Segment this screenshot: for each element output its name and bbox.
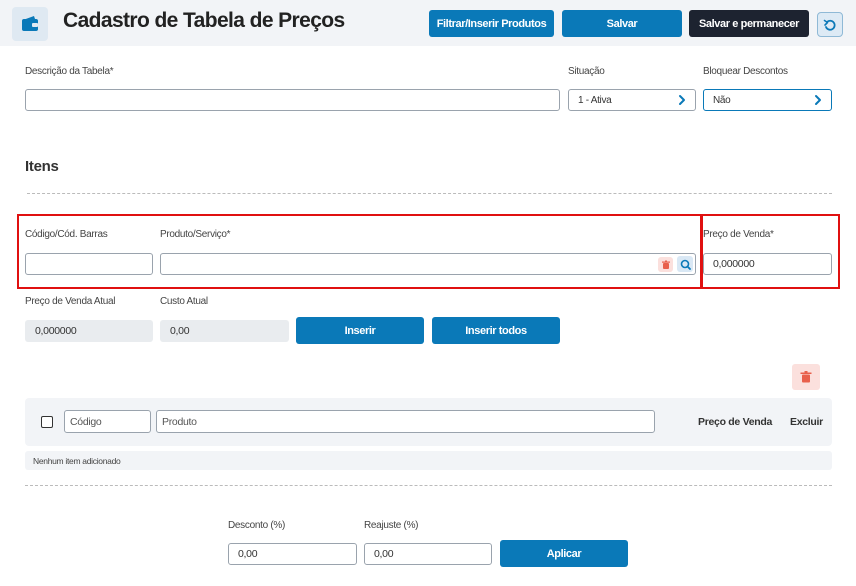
price-column-header: Preço de Venda xyxy=(698,416,773,428)
product-input[interactable] xyxy=(160,253,696,275)
status-value: 1 - Ativa xyxy=(578,94,612,106)
highlight-box-product xyxy=(17,214,703,289)
description-label: Descrição da Tabela* xyxy=(25,66,114,77)
discount-label: Desconto (%) xyxy=(228,520,285,531)
description-input[interactable] xyxy=(25,89,560,111)
save-button[interactable]: Salvar xyxy=(562,10,682,37)
code-filter-input[interactable]: Código xyxy=(64,410,151,433)
readjust-label: Reajuste (%) xyxy=(364,520,419,531)
search-icon[interactable] xyxy=(677,256,693,272)
code-label: Código/Cód. Barras xyxy=(25,229,108,240)
clear-trash-icon[interactable] xyxy=(658,257,673,272)
filter-insert-products-button[interactable]: Filtrar/Inserir Produtos xyxy=(429,10,554,37)
select-all-checkbox[interactable] xyxy=(41,416,53,428)
product-filter-input[interactable]: Produto xyxy=(156,410,655,433)
highlight-box-price xyxy=(700,214,840,289)
discount-input[interactable]: 0,00 xyxy=(228,543,357,565)
chevron-right-icon xyxy=(679,95,685,105)
section-divider xyxy=(27,193,832,194)
status-select[interactable]: 1 - Ativa xyxy=(568,89,696,111)
product-label: Produto/Serviço* xyxy=(160,229,231,240)
delete-selected-trash-icon[interactable] xyxy=(792,364,820,390)
current-cost-label: Custo Atual xyxy=(160,296,208,307)
adjust-divider xyxy=(25,485,832,486)
sale-price-label: Preço de Venda* xyxy=(703,229,774,240)
status-label: Situação xyxy=(568,66,605,77)
block-discounts-label: Bloquear Descontos xyxy=(703,66,788,77)
block-discounts-value: Não xyxy=(713,94,731,106)
delete-column-header: Excluir xyxy=(790,416,823,428)
empty-table-message: Nenhum item adicionado xyxy=(25,451,832,470)
insert-button[interactable]: Inserir xyxy=(296,317,424,344)
sale-price-input[interactable]: 0,000000 xyxy=(703,253,832,275)
page-title: Cadastro de Tabela de Preços xyxy=(63,9,345,32)
code-input[interactable] xyxy=(25,253,153,275)
insert-all-button[interactable]: Inserir todos xyxy=(432,317,560,344)
chevron-right-icon xyxy=(815,95,821,105)
current-price-label: Preço de Venda Atual xyxy=(25,296,116,307)
save-and-stay-button[interactable]: Salvar e permanecer xyxy=(689,10,809,37)
wallet-icon xyxy=(12,7,48,41)
items-section-title: Itens xyxy=(25,158,59,175)
block-discounts-select[interactable]: Não xyxy=(703,89,832,111)
current-cost-value: 0,00 xyxy=(160,320,289,342)
readjust-input[interactable]: 0,00 xyxy=(364,543,492,565)
apply-button[interactable]: Aplicar xyxy=(500,540,628,567)
current-price-value: 0,000000 xyxy=(25,320,153,342)
undo-icon[interactable] xyxy=(817,12,843,37)
